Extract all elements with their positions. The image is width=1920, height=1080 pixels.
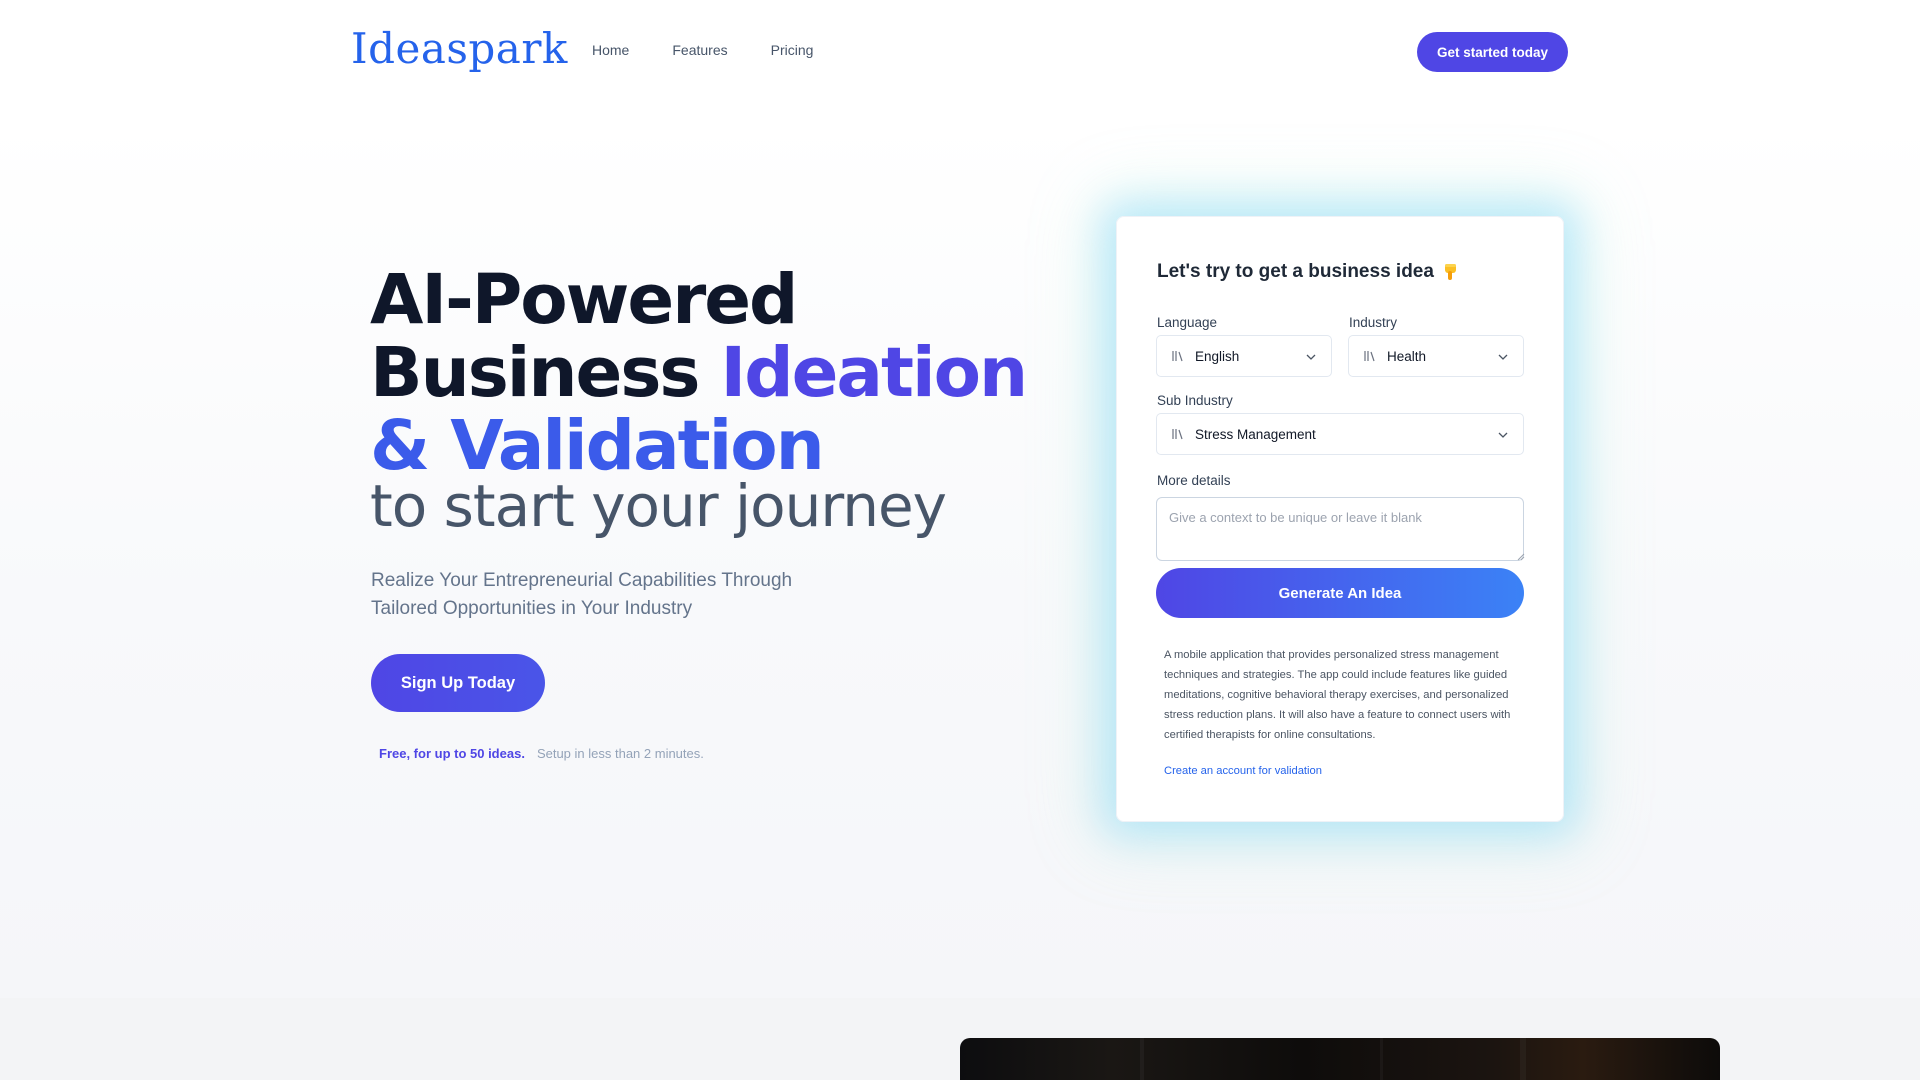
hero-background (0, 0, 1920, 998)
headline-business: Business (370, 333, 721, 413)
sign-up-button[interactable]: Sign Up Today (371, 654, 545, 712)
more-details-input[interactable] (1156, 497, 1524, 561)
card-title-text: Let's try to get a business idea (1157, 261, 1434, 282)
nav-links: Home Features Pricing (592, 42, 856, 58)
nav-link-features[interactable]: Features (672, 42, 727, 58)
page: Ideaspark Home Features Pricing Get star… (0, 0, 1920, 1080)
headline-line-2: Business Ideation (370, 337, 1028, 410)
nav-link-home[interactable]: Home (592, 42, 629, 58)
video-stripe (1380, 1038, 1383, 1080)
language-value: English (1195, 348, 1240, 364)
video-preview[interactable] (960, 1038, 1720, 1080)
pointing-down-hand-icon (1444, 264, 1456, 280)
logo[interactable]: Ideaspark (351, 24, 568, 73)
nav-link-pricing[interactable]: Pricing (771, 42, 814, 58)
headline-subline: to start your journey (370, 472, 947, 540)
sub-industry-select[interactable]: Stress Management (1156, 413, 1524, 455)
resize-grip-icon (1517, 553, 1525, 561)
create-account-link[interactable]: Create an account for validation (1164, 765, 1322, 777)
industry-value: Health (1387, 348, 1427, 364)
industry-select[interactable]: Health (1348, 335, 1524, 377)
industry-label: Industry (1349, 315, 1398, 330)
sub-industry-label: Sub Industry (1157, 393, 1233, 408)
chevron-down-icon (1498, 354, 1508, 360)
hero-lead: Realize Your Entrepreneurial Capabilitie… (371, 567, 891, 623)
library-icon (1172, 351, 1183, 362)
setup-note: Setup in less than 2 minutes. (536, 746, 704, 761)
headline-ideation: Ideation (720, 333, 1029, 413)
idea-generator-card: Let's try to get a business idea Languag… (1116, 216, 1564, 822)
generate-idea-button[interactable]: Generate An Idea (1156, 568, 1524, 618)
chevron-down-icon (1306, 354, 1316, 360)
lead-line-2: Tailored Opportunities in Your Industry (371, 598, 693, 619)
more-details-label: More details (1157, 473, 1231, 488)
card-title: Let's try to get a business idea (1157, 261, 1460, 283)
library-icon (1172, 429, 1183, 440)
hero-headline: AI-Powered Business Ideation & Validatio… (370, 260, 1028, 483)
signup-notes: Free, for up to 50 ideas. Setup in less … (379, 746, 704, 761)
language-select[interactable]: English (1156, 335, 1332, 377)
get-started-button[interactable]: Get started today (1417, 32, 1568, 72)
sub-industry-value: Stress Management (1195, 426, 1316, 442)
video-stripe (1140, 1038, 1144, 1080)
headline-line-1: AI-Powered (370, 260, 798, 340)
top-nav: Ideaspark Home Features Pricing Get star… (0, 0, 1920, 104)
chevron-down-icon (1498, 432, 1508, 438)
generated-idea-text: A mobile application that provides perso… (1164, 649, 1511, 741)
library-icon (1364, 351, 1375, 362)
language-label: Language (1157, 315, 1218, 330)
free-note: Free, for up to 50 ideas. (379, 746, 525, 761)
video-stripe (1520, 1038, 1526, 1080)
lead-line-1: Realize Your Entrepreneurial Capabilitie… (371, 570, 793, 591)
